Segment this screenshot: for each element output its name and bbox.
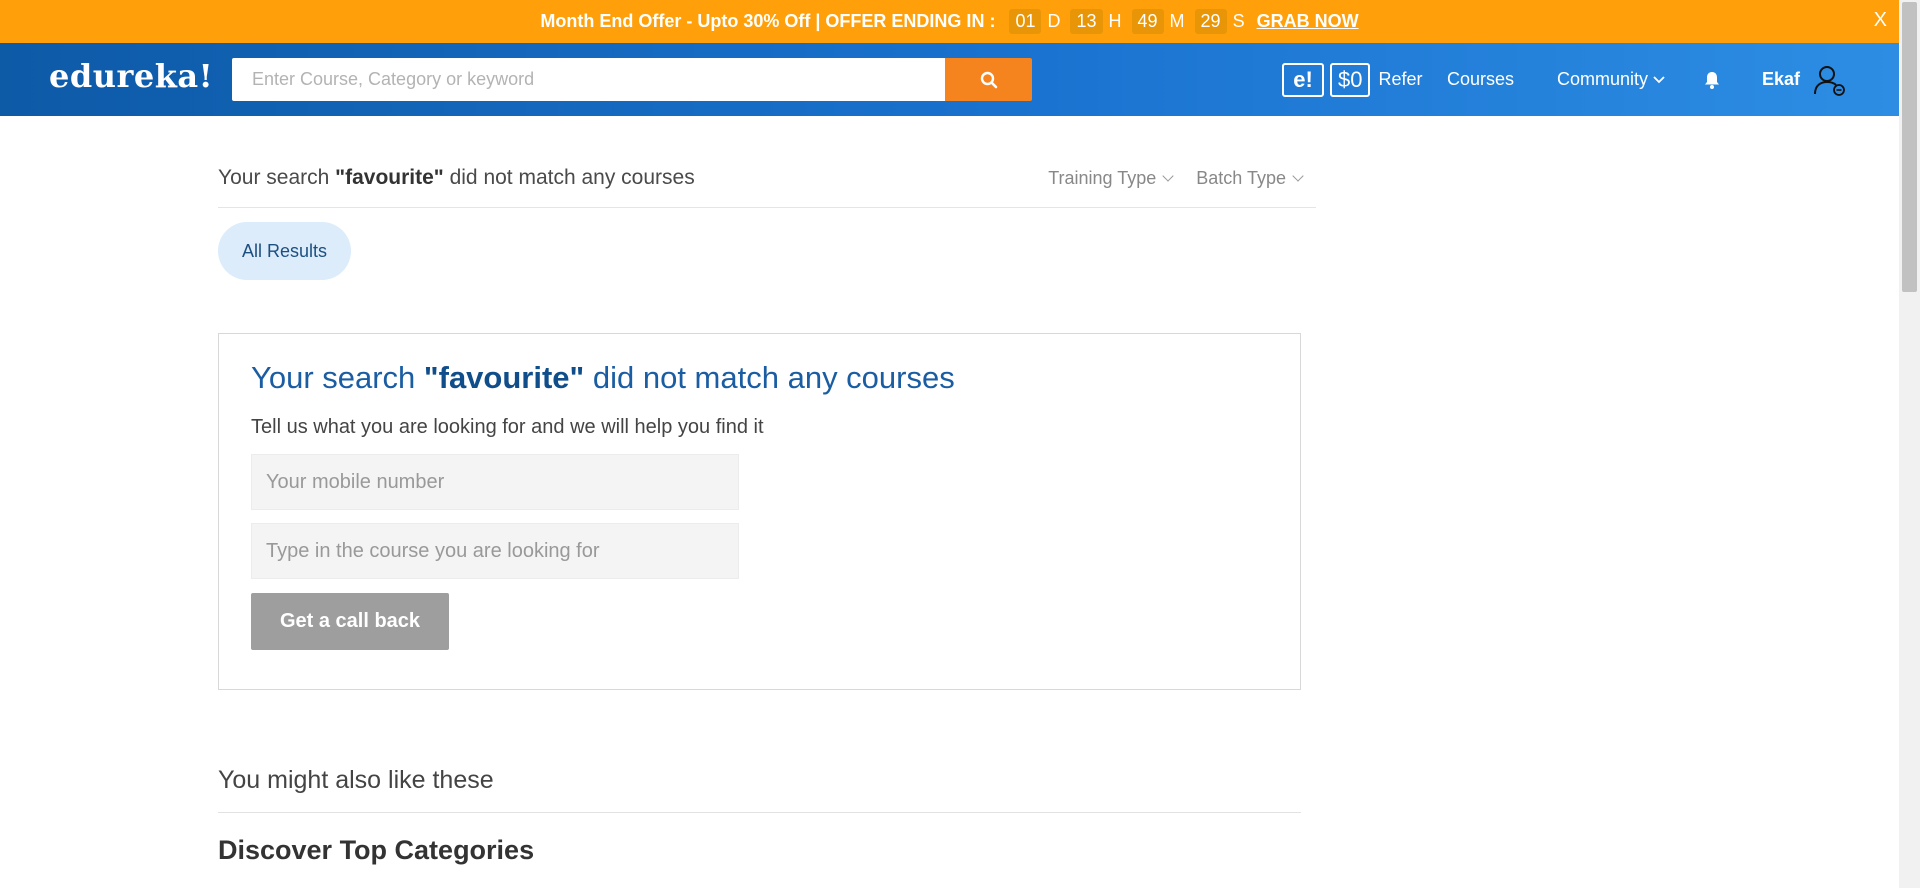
chevron-down-icon <box>1653 75 1665 83</box>
countdown-minutes-unit: M <box>1169 11 1185 31</box>
no-match-title: Your search "favourite" did not match an… <box>251 360 955 396</box>
filter-bar: Training Type Batch Type <box>1024 168 1304 189</box>
user-avatar-icon[interactable] <box>1812 63 1846 97</box>
edureka-badge-icon: e! <box>1282 62 1324 97</box>
edureka-badge-text: e! <box>1293 66 1313 92</box>
no-match-card: Your search "favourite" did not match an… <box>218 333 1301 690</box>
countdown-days-unit: D <box>1047 11 1061 31</box>
discover-categories-heading: Discover Top Categories <box>218 835 535 865</box>
notifications-button[interactable] <box>1703 43 1721 116</box>
search-input[interactable] <box>232 58 945 101</box>
wallet-balance: $0 <box>1330 62 1371 97</box>
refer-section[interactable]: e! $0 Refer <box>1282 43 1423 116</box>
result-summary: Your search "favourite" did not match an… <box>218 166 695 190</box>
result-summary-prefix: Your search <box>218 166 336 189</box>
page-scrollbar[interactable] <box>1899 0 1920 888</box>
courses-link[interactable]: Courses <box>1447 69 1514 90</box>
countdown-hours-unit: H <box>1108 11 1122 31</box>
mobile-number-field[interactable] <box>251 454 739 510</box>
countdown-seconds: 29 <box>1194 9 1227 34</box>
user-menu[interactable]: Ekaf <box>1762 43 1846 116</box>
chevron-down-icon <box>1292 170 1304 182</box>
result-summary-query: "favourite" <box>335 166 444 189</box>
tab-all-results[interactable]: All Results <box>218 222 351 280</box>
scrollbar-thumb[interactable] <box>1902 2 1917 292</box>
refer-link[interactable]: Refer <box>1378 69 1422 90</box>
countdown-days: 01 <box>1009 9 1042 34</box>
offer-banner: Month End Offer - Upto 30% Off | OFFER E… <box>0 0 1899 43</box>
no-match-subtitle: Tell us what you are looking for and we … <box>251 416 764 438</box>
offer-text: Month End Offer - Upto 30% Off | OFFER E… <box>540 11 996 31</box>
batch-type-label: Batch Type <box>1196 168 1286 188</box>
search-icon <box>980 71 997 88</box>
countdown-hours: 13 <box>1070 9 1103 34</box>
top-header: edureka! e! $0 Refer Courses Community <box>0 43 1899 116</box>
no-match-title-query: "favourite" <box>423 360 585 395</box>
search-bar <box>232 58 1032 101</box>
user-name[interactable]: Ekaf <box>1762 69 1800 90</box>
nav-courses[interactable]: Courses <box>1447 43 1514 116</box>
grab-now-link[interactable]: GRAB NOW <box>1257 11 1359 32</box>
chevron-down-icon <box>1162 170 1174 182</box>
close-offer-button[interactable]: X <box>1874 9 1887 32</box>
training-type-filter[interactable]: Training Type <box>1048 168 1174 189</box>
get-call-back-button[interactable]: Get a call back <box>251 593 449 650</box>
result-header: Your search "favourite" did not match an… <box>218 166 1316 208</box>
might-like-heading: You might also like these <box>218 766 1301 813</box>
batch-type-filter[interactable]: Batch Type <box>1196 168 1304 189</box>
course-request-field[interactable] <box>251 523 739 579</box>
community-link[interactable]: Community <box>1557 69 1648 90</box>
countdown-seconds-unit: S <box>1232 11 1245 31</box>
edureka-logo[interactable]: edureka! <box>49 57 213 95</box>
no-match-title-prefix: Your search <box>251 360 424 395</box>
search-button[interactable] <box>945 58 1032 101</box>
training-type-label: Training Type <box>1048 168 1157 188</box>
no-match-title-suffix: did not match any courses <box>584 360 955 395</box>
countdown-minutes: 49 <box>1131 9 1164 34</box>
result-summary-suffix: did not match any courses <box>443 166 695 189</box>
bell-icon <box>1705 71 1719 89</box>
nav-community[interactable]: Community <box>1557 43 1666 116</box>
